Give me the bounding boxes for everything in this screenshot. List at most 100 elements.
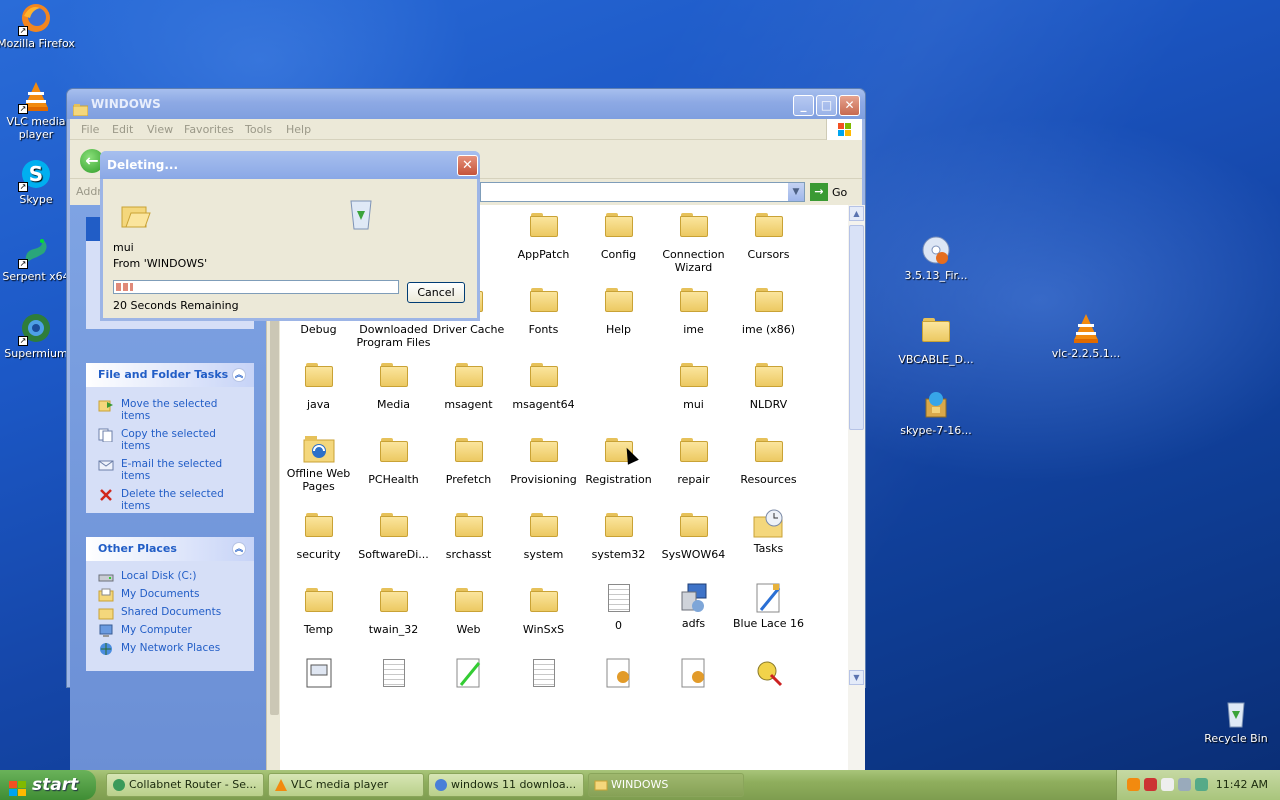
desktop-icon-skype[interactable]: S ↗ Skype bbox=[0, 158, 76, 206]
folder-item[interactable]: srchasst bbox=[431, 507, 506, 561]
file-item[interactable] bbox=[431, 657, 506, 692]
folder-item[interactable]: SoftwareDi... bbox=[356, 507, 431, 561]
dialog-close-button[interactable]: ✕ bbox=[457, 155, 478, 176]
folder-item[interactable]: Web bbox=[431, 582, 506, 636]
vertical-scrollbar[interactable]: ▲ ▼ bbox=[848, 205, 865, 772]
go-button[interactable]: Go bbox=[832, 186, 847, 199]
desktop-icon-vlc[interactable]: ↗ VLC media player bbox=[0, 80, 76, 141]
scroll-thumb[interactable] bbox=[849, 225, 864, 430]
file-item[interactable]: 0 bbox=[581, 582, 656, 632]
clock[interactable]: 11:42 AM bbox=[1216, 778, 1268, 791]
scroll-down-icon[interactable]: ▼ bbox=[849, 670, 864, 685]
menu-tools[interactable]: Tools bbox=[245, 123, 272, 136]
desktop-icon-vlc-installer[interactable]: vlc-2.2.5.1... bbox=[1046, 312, 1126, 360]
folder-item[interactable]: WinSxS bbox=[506, 582, 581, 636]
desktop-icon-skype-installer[interactable]: skype-7-16... bbox=[896, 389, 976, 437]
copy-items-link[interactable]: Copy the selected items bbox=[86, 425, 254, 455]
file-item[interactable]: Blue Lace 16 bbox=[731, 582, 806, 630]
delete-progress-dialog[interactable]: Deleting... ✕ mui From 'WINDOWS' 20 Seco… bbox=[100, 151, 480, 321]
folder-item[interactable]: msagent64 bbox=[506, 357, 581, 411]
file-item[interactable] bbox=[731, 657, 806, 692]
folder-item[interactable]: Tasks bbox=[731, 507, 806, 555]
file-item[interactable] bbox=[281, 657, 356, 692]
email-items-link[interactable]: E-mail the selected items bbox=[86, 455, 254, 485]
update-tray-icon[interactable] bbox=[1195, 778, 1208, 791]
file-item[interactable]: adfs bbox=[656, 582, 731, 630]
folder-item[interactable]: ime bbox=[656, 282, 731, 336]
folder-item[interactable]: SysWOW64 bbox=[656, 507, 731, 561]
vlc-tray-icon[interactable] bbox=[1127, 778, 1140, 791]
minimize-button[interactable]: _ bbox=[793, 95, 814, 116]
my-computer-label: My Computer bbox=[121, 624, 192, 636]
delete-items-link[interactable]: Delete the selected items bbox=[86, 485, 254, 515]
my-network-places-link[interactable]: My Network Places bbox=[86, 639, 254, 657]
desktop-icon-vbcable[interactable]: VBCABLE_D... bbox=[896, 312, 976, 366]
menu-help[interactable]: Help bbox=[286, 123, 311, 136]
taskbar-task-browser[interactable]: windows 11 downloa... bbox=[428, 773, 584, 797]
collapse-chevron-icon[interactable]: ︽ bbox=[232, 542, 246, 556]
menu-view[interactable]: View bbox=[147, 123, 173, 136]
folder-item[interactable]: Connection Wizard bbox=[656, 207, 731, 274]
folder-item[interactable]: system bbox=[506, 507, 581, 561]
my-documents-link[interactable]: My Documents bbox=[86, 585, 254, 603]
taskbar-task-vlc[interactable]: VLC media player bbox=[268, 773, 424, 797]
desktop-icon-firefox-installer[interactable]: 3.5.13_Fir... bbox=[896, 234, 976, 282]
my-computer-link[interactable]: My Computer bbox=[86, 621, 254, 639]
go-arrow-icon[interactable]: → bbox=[810, 183, 828, 201]
folder-item[interactable]: Registration bbox=[581, 432, 656, 486]
local-disk-link[interactable]: Local Disk (C:) bbox=[86, 567, 254, 585]
file-item[interactable] bbox=[581, 657, 656, 692]
other-places-header[interactable]: Other Places ︽ bbox=[86, 537, 254, 561]
maximize-button[interactable]: □ bbox=[816, 95, 837, 116]
folder-item[interactable]: ime (x86) bbox=[731, 282, 806, 336]
dialog-titlebar[interactable]: Deleting... ✕ bbox=[100, 151, 480, 179]
folder-item[interactable]: NLDRV bbox=[731, 357, 806, 411]
folder-item[interactable]: Help bbox=[581, 282, 656, 336]
folder-item[interactable]: Config bbox=[581, 207, 656, 261]
folder-item[interactable]: mui bbox=[656, 357, 731, 411]
folder-item[interactable]: system32 bbox=[581, 507, 656, 561]
folder-item[interactable]: Prefetch bbox=[431, 432, 506, 486]
start-button[interactable]: start bbox=[0, 770, 96, 800]
folder-item[interactable]: AppPatch bbox=[506, 207, 581, 261]
close-button[interactable]: ✕ bbox=[839, 95, 860, 116]
desktop-icon-recycle-bin[interactable]: Recycle Bin bbox=[1196, 697, 1276, 745]
folder-item[interactable]: Temp bbox=[281, 582, 356, 636]
file-folder-tasks-header[interactable]: File and Folder Tasks ︽ bbox=[86, 363, 254, 387]
window-titlebar[interactable]: WINDOWS _ □ ✕ bbox=[67, 89, 865, 119]
scroll-up-icon[interactable]: ▲ bbox=[849, 206, 864, 221]
desktop-icon-supermium[interactable]: ↗ Supermium bbox=[0, 312, 76, 360]
shared-documents-link[interactable]: Shared Documents bbox=[86, 603, 254, 621]
address-input[interactable] bbox=[480, 182, 805, 202]
move-items-link[interactable]: Move the selected items bbox=[86, 395, 254, 425]
folder-item[interactable]: msagent bbox=[431, 357, 506, 411]
folder-item[interactable]: twain_32 bbox=[356, 582, 431, 636]
desktop-icon-firefox[interactable]: ↗ Mozilla Firefox bbox=[0, 2, 76, 50]
menu-file[interactable]: File bbox=[81, 123, 99, 136]
address-dropdown-icon[interactable]: ▼ bbox=[788, 183, 804, 201]
folder-item[interactable]: security bbox=[281, 507, 356, 561]
folder-item[interactable]: PCHealth bbox=[356, 432, 431, 486]
folder-item[interactable]: Cursors bbox=[731, 207, 806, 261]
folder-item[interactable]: Provisioning bbox=[506, 432, 581, 486]
text-file-icon bbox=[532, 659, 555, 687]
cancel-button[interactable]: Cancel bbox=[407, 282, 465, 303]
file-item[interactable] bbox=[656, 657, 731, 692]
shield-tray-icon[interactable] bbox=[1144, 778, 1157, 791]
window-tray-icon[interactable] bbox=[1161, 778, 1174, 791]
file-item[interactable] bbox=[356, 657, 431, 694]
menu-favorites[interactable]: Favorites bbox=[184, 123, 234, 136]
collapse-chevron-icon[interactable]: ︽ bbox=[232, 368, 246, 382]
menu-edit[interactable]: Edit bbox=[112, 123, 133, 136]
folder-item[interactable]: Resources bbox=[731, 432, 806, 486]
folder-item[interactable]: Fonts bbox=[506, 282, 581, 336]
network-tray-icon[interactable] bbox=[1178, 778, 1191, 791]
taskbar-task-router[interactable]: Collabnet Router - Se... bbox=[106, 773, 264, 797]
folder-item[interactable]: Offline Web Pages bbox=[281, 432, 356, 493]
folder-item[interactable]: Media bbox=[356, 357, 431, 411]
folder-item[interactable]: repair bbox=[656, 432, 731, 486]
folder-item[interactable]: java bbox=[281, 357, 356, 411]
desktop-icon-serpent[interactable]: ↗ Serpent x64 bbox=[0, 235, 76, 283]
taskbar-task-windows-folder[interactable]: WINDOWS bbox=[588, 773, 744, 797]
file-item[interactable] bbox=[506, 657, 581, 694]
